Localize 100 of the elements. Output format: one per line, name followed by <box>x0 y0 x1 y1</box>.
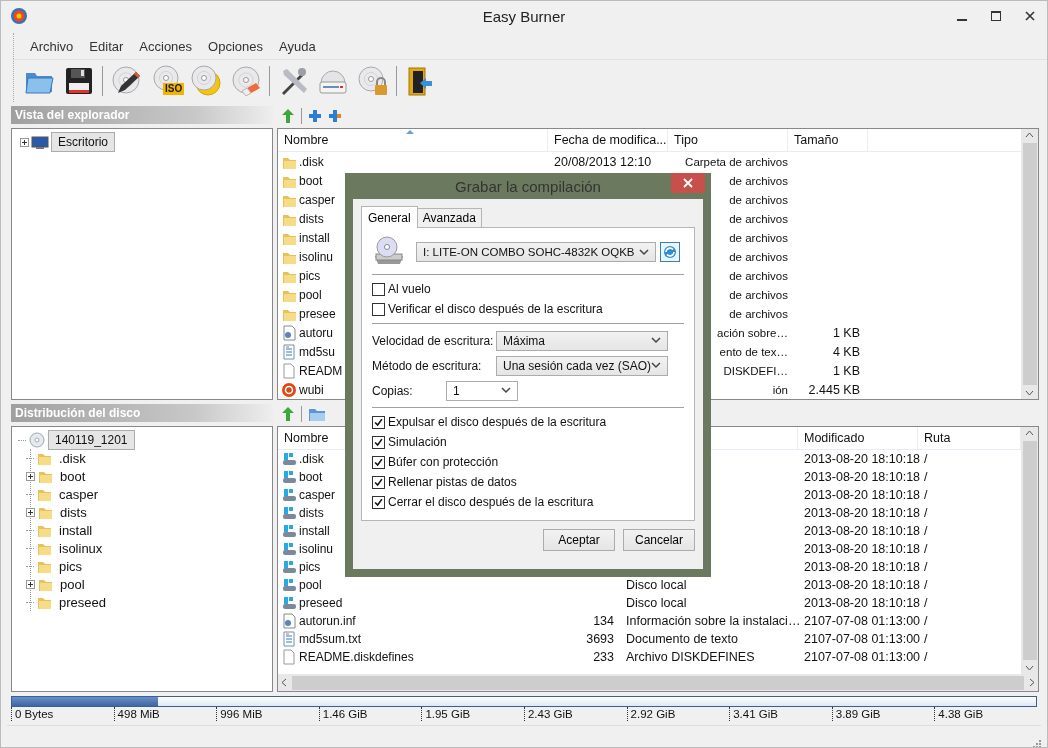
capacity-tick-label: 2.43 GiB <box>527 708 573 720</box>
file-name[interactable]: .disk <box>299 154 324 169</box>
dialog-button[interactable]: Aceptar <box>543 529 615 551</box>
size-cell: 1 KB <box>832 363 860 378</box>
disc-eraser-icon[interactable] <box>230 65 262 97</box>
tree-item[interactable]: casper <box>56 486 102 502</box>
field-label: Velocidad de escritura: <box>372 333 495 348</box>
settings-file-icon <box>281 613 297 629</box>
file-name[interactable]: md5su <box>299 344 336 359</box>
up-arrow-icon[interactable] <box>281 108 295 124</box>
tree-item[interactable]: 140119_1201 <box>48 430 135 450</box>
disc-pencil-icon[interactable] <box>110 65 142 97</box>
type-cell: de archivos <box>729 174 788 187</box>
disc-lock-icon[interactable] <box>357 65 389 97</box>
expand-icon[interactable] <box>26 471 35 481</box>
tab[interactable]: Avanzada <box>416 208 482 227</box>
drive-icon <box>281 451 297 467</box>
type-cell: Archivo DISKDEFINES <box>626 650 755 664</box>
file-name[interactable]: pool <box>299 287 322 302</box>
scrollbar[interactable] <box>1021 427 1038 674</box>
dropdown[interactable]: 1 <box>446 380 518 401</box>
file-name[interactable]: preseed <box>299 596 343 610</box>
file-name[interactable]: casper <box>299 192 336 207</box>
checkbox-label: Cerrar el disco después de la escritura <box>388 495 594 509</box>
file-name[interactable]: dists <box>299 506 324 520</box>
chevron-down-icon <box>501 387 511 394</box>
menu-item[interactable]: Editar <box>81 38 132 54</box>
dropdown[interactable]: Máxima <box>496 330 668 351</box>
file-name[interactable]: wubi <box>299 382 324 397</box>
dialog-button[interactable]: Cancelar <box>623 529 695 551</box>
column-header[interactable]: Tipo <box>674 133 698 147</box>
expand-icon[interactable] <box>26 507 35 517</box>
file-name[interactable]: boot <box>299 173 323 188</box>
drive-icon <box>281 487 297 503</box>
file-name[interactable]: dists <box>299 211 324 226</box>
checkbox[interactable] <box>372 302 385 316</box>
size-cell: 134 <box>593 614 614 628</box>
checkbox[interactable] <box>372 455 385 469</box>
file-name[interactable]: autorun.inf <box>299 614 356 628</box>
plus-icon[interactable] <box>328 109 342 123</box>
refresh-icon[interactable] <box>660 242 680 262</box>
capacity-tick-label: 0 Bytes <box>15 708 54 720</box>
checkbox[interactable] <box>372 495 385 509</box>
checkbox[interactable] <box>372 415 385 429</box>
checkbox[interactable] <box>372 435 385 449</box>
tree-item[interactable]: boot <box>57 468 89 484</box>
menu-item[interactable]: Opciones <box>200 38 271 54</box>
checkbox[interactable] <box>372 282 385 296</box>
file-name[interactable]: isolinu <box>299 249 334 264</box>
file-name[interactable]: README.diskdefines <box>299 650 414 664</box>
tab[interactable]: General <box>361 206 418 228</box>
column-header[interactable]: Ruta <box>924 431 951 445</box>
path-cell: / <box>924 488 928 502</box>
tree-item[interactable]: install <box>56 522 96 538</box>
file-name[interactable]: pics <box>299 268 321 283</box>
file-name[interactable]: pool <box>299 578 322 592</box>
file-name[interactable]: boot <box>299 470 323 484</box>
tree-item[interactable]: pics <box>56 558 86 574</box>
monitor-icon <box>31 134 49 150</box>
tree-item[interactable]: preseed <box>56 594 109 610</box>
menu-item[interactable]: Acciones <box>131 38 201 54</box>
drive-dropdown[interactable]: I: LITE-ON COMBO SOHC-4832K OQKB <box>416 242 656 262</box>
folder-icon[interactable] <box>308 406 326 422</box>
file-name[interactable]: autoru <box>299 325 334 340</box>
column-header[interactable]: Tamaño <box>794 133 839 147</box>
file-name[interactable]: casper <box>299 488 336 502</box>
close-button[interactable] <box>671 173 705 193</box>
tree-item[interactable]: pool <box>57 576 88 592</box>
menu-item[interactable]: Ayuda <box>271 38 324 54</box>
tree-item[interactable]: dists <box>57 504 90 520</box>
column-header[interactable]: Modificado <box>804 431 865 445</box>
resize-grip-icon[interactable] <box>1031 738 1041 747</box>
column-header[interactable]: Nombre <box>284 133 329 147</box>
column-header[interactable]: Fecha de modifica... <box>554 133 667 147</box>
tree-item[interactable]: .disk <box>56 450 89 466</box>
path-cell: / <box>924 650 928 664</box>
file-name[interactable]: md5sum.txt <box>299 632 361 646</box>
size-cell: 2.445 KB <box>808 382 860 397</box>
file-name[interactable]: install <box>299 524 330 538</box>
dropdown[interactable]: Una sesión cada vez (SAO) <box>496 355 668 376</box>
scrollbar[interactable] <box>1021 129 1038 399</box>
file-name[interactable]: .disk <box>299 452 324 466</box>
checkbox[interactable] <box>372 475 385 489</box>
file-name[interactable]: pics <box>299 560 321 574</box>
close-icon[interactable] <box>1025 11 1035 21</box>
up-arrow-icon[interactable] <box>281 406 295 422</box>
file-name[interactable]: install <box>299 230 330 245</box>
plus-icon[interactable] <box>308 109 322 123</box>
menu-item[interactable]: Archivo <box>22 38 82 54</box>
expand-icon[interactable] <box>20 137 29 147</box>
file-name[interactable]: isolinu <box>299 542 334 556</box>
date-cell: 2013-08-20 18:10:18 <box>804 560 921 574</box>
column-header[interactable]: Nombre <box>284 431 329 445</box>
tree-item[interactable]: isolinux <box>56 540 106 556</box>
file-name[interactable]: READM <box>299 363 343 378</box>
maximize-icon[interactable] <box>991 11 1001 21</box>
scrollbar[interactable] <box>278 674 1038 691</box>
expand-icon[interactable] <box>26 579 35 589</box>
file-name[interactable]: presee <box>299 306 336 321</box>
tree-item[interactable]: Escritorio <box>51 132 115 152</box>
